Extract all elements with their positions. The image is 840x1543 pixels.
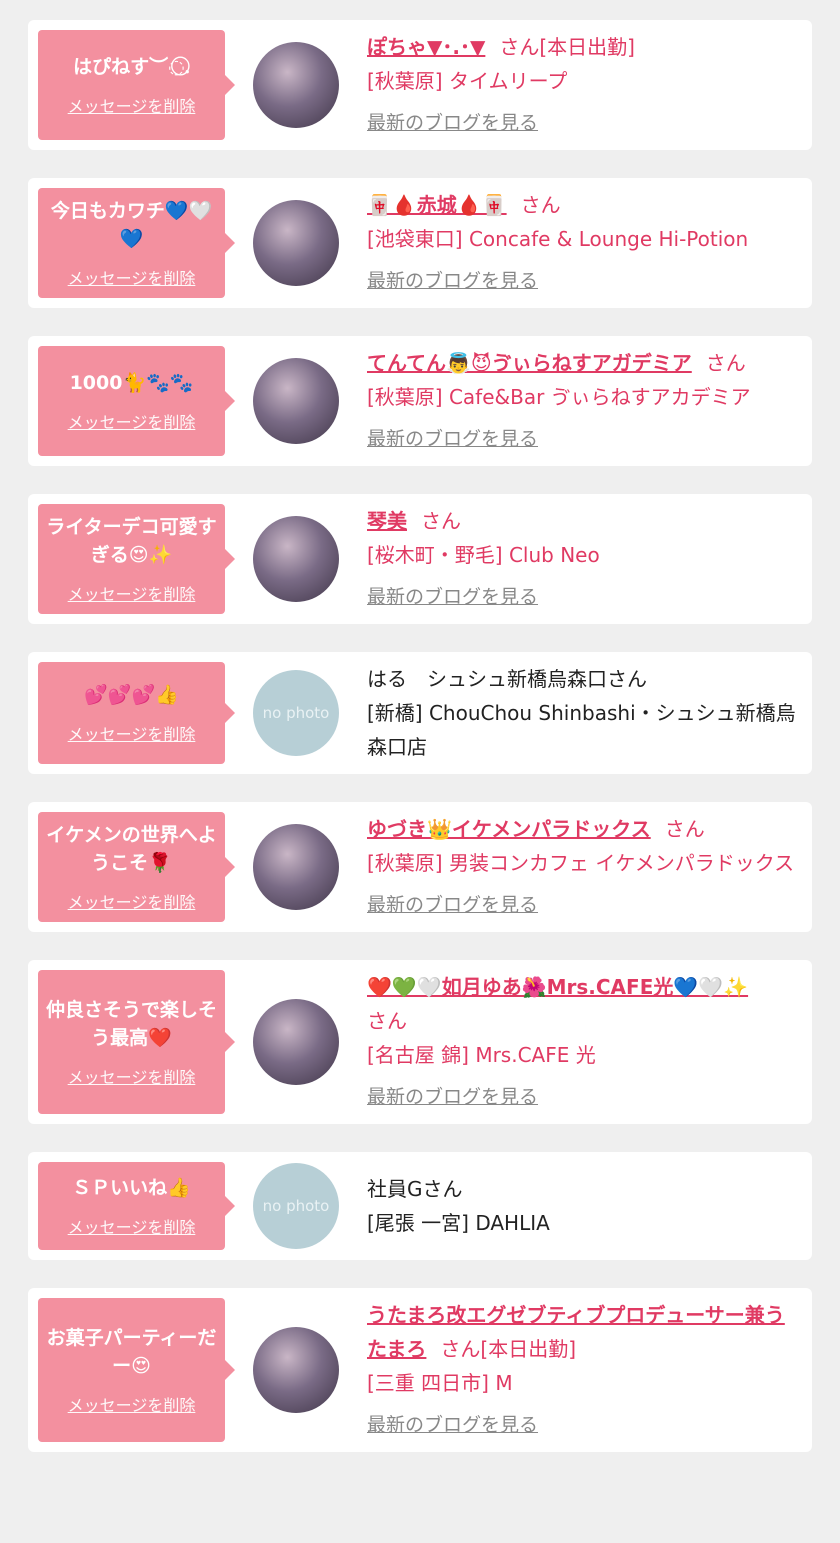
message-list: はぴねす︶◌.⃝ メッセージを削除 ぽちゃ▼･.･▼ さん[本日出勤] [秋葉原]… (0, 0, 840, 1452)
message-card: 仲良さそうで楽しそう最高❤️ メッセージを削除 ❤️💚🤍如月ゆあ🌺Mrs.CAF… (28, 960, 812, 1124)
message-card: 1000🐈🐾🐾 メッセージを削除 てんてん👼😈ゔぃらねすアガデミア さん [秋葉原… (28, 336, 812, 466)
message-card: 今日もカワチ💙🤍💙 メッセージを削除 🀄🩸赤城🩸🀄 さん [池袋東口] Conca… (28, 178, 812, 308)
shop-label: [池袋東口] Concafe & Lounge Hi-Potion (367, 227, 749, 251)
latest-blog-link[interactable]: 最新のブログを見る (367, 888, 538, 922)
cast-info: はる シュシュ新橋烏森口さん [新橋] ChouChou Shinbashi・シ… (367, 662, 802, 764)
message-card: ＳＰいいね👍 メッセージを削除 no photo 社員Gさん [尾張 一宮] D… (28, 1152, 812, 1260)
cast-info: ❤️💚🤍如月ゆあ🌺Mrs.CAFE光💙🤍✨ さん [名古屋 錦] Mrs.CAFE… (367, 970, 802, 1114)
message-text: 仲良さそうで楽しそう最高❤️ (45, 999, 217, 1049)
message-text: ＳＰいいね👍 (72, 1177, 191, 1199)
cast-suffix: さん (705, 351, 746, 375)
shop-label: [秋葉原] タイムリープ (367, 69, 568, 93)
cast-info: うたまろ改エグゼブティブプロデューサー兼うたまろ さん[本日出勤] [三重 四日市… (367, 1298, 802, 1442)
no-photo-label: no photo (262, 704, 330, 722)
cast-name-link[interactable]: てんてん👼😈ゔぃらねすアガデミア (367, 351, 692, 375)
delete-message-link[interactable]: メッセージを削除 (68, 93, 196, 117)
delete-message-link[interactable]: メッセージを削除 (68, 581, 196, 605)
shop-label: [三重 四日市] M (367, 1371, 513, 1395)
delete-message-link[interactable]: メッセージを削除 (68, 721, 196, 745)
shop-label: [新橋] ChouChou Shinbashi・シュシュ新橋烏森口店 (367, 701, 796, 759)
message-card: お菓子パーティーだー😍 メッセージを削除 うたまろ改エグゼブティブプロデューサー… (28, 1288, 812, 1452)
avatar-placeholder: no photo (253, 670, 339, 756)
message-bubble: 💕💕💕👍 メッセージを削除 (38, 662, 225, 764)
latest-blog-link[interactable]: 最新のブログを見る (367, 580, 538, 614)
cast-info: ゆづき👑イケメンパラドックス さん [秋葉原] 男装コンカフェ イケメンパラドック… (367, 812, 802, 922)
message-card: はぴねす︶◌.⃝ メッセージを削除 ぽちゃ▼･.･▼ さん[本日出勤] [秋葉原]… (28, 20, 812, 150)
message-text: お菓子パーティーだー😍 (46, 1327, 217, 1377)
message-text: イケメンの世界へようこそ🌹 (46, 824, 217, 874)
shop-label: [秋葉原] 男装コンカフェ イケメンパラドックス (367, 851, 795, 875)
avatar[interactable] (253, 358, 339, 444)
message-text: 💕💕💕👍 (84, 684, 179, 706)
message-card: イケメンの世界へようこそ🌹 メッセージを削除 ゆづき👑イケメンパラドックス さん … (28, 802, 812, 932)
no-photo-label: no photo (262, 1197, 330, 1215)
shop-label: [名古屋 錦] Mrs.CAFE 光 (367, 1043, 596, 1067)
message-card: ライターデコ可愛すぎる😍✨ メッセージを削除 琴美 さん [桜木町・野毛] Clu… (28, 494, 812, 624)
delete-message-link[interactable]: メッセージを削除 (68, 1392, 196, 1416)
cast-suffix: さん[本日出勤] (440, 1337, 577, 1361)
message-bubble: 今日もカワチ💙🤍💙 メッセージを削除 (38, 188, 225, 298)
shop-label: [秋葉原] Cafe&Bar ゔぃらねすアカデミア (367, 385, 751, 409)
message-text: はぴねす︶◌.⃝ (73, 56, 190, 78)
cast-name: はる シュシュ新橋烏森口さん (367, 667, 647, 691)
message-text: 1000🐈🐾🐾 (69, 372, 194, 394)
message-bubble: 仲良さそうで楽しそう最高❤️ メッセージを削除 (38, 970, 225, 1114)
delete-message-link[interactable]: メッセージを削除 (68, 1064, 196, 1088)
cast-info: ぽちゃ▼･.･▼ さん[本日出勤] [秋葉原] タイムリープ 最新のブログを見る (367, 30, 802, 140)
cast-name: 社員Gさん (367, 1177, 463, 1201)
message-bubble: イケメンの世界へようこそ🌹 メッセージを削除 (38, 812, 225, 922)
avatar[interactable] (253, 516, 339, 602)
cast-info: 琴美 さん [桜木町・野毛] Club Neo 最新のブログを見る (367, 504, 802, 614)
message-card: 💕💕💕👍 メッセージを削除 no photo はる シュシュ新橋烏森口さん [新… (28, 652, 812, 774)
message-bubble: 1000🐈🐾🐾 メッセージを削除 (38, 346, 225, 456)
cast-name-link[interactable]: ぽちゃ▼･.･▼ (367, 35, 485, 59)
shop-label: [桜木町・野毛] Club Neo (367, 543, 600, 567)
cast-suffix: さん (520, 193, 561, 217)
cast-name-link[interactable]: 琴美 (367, 509, 407, 533)
cast-info: 社員Gさん [尾張 一宮] DAHLIA (367, 1172, 802, 1240)
cast-suffix: さん (367, 1009, 407, 1033)
message-bubble: ＳＰいいね👍 メッセージを削除 (38, 1162, 225, 1250)
avatar[interactable] (253, 1327, 339, 1413)
latest-blog-link[interactable]: 最新のブログを見る (367, 1080, 538, 1114)
cast-name-link[interactable]: ゆづき👑イケメンパラドックス (367, 817, 651, 841)
avatar[interactable] (253, 824, 339, 910)
delete-message-link[interactable]: メッセージを削除 (68, 1214, 196, 1238)
delete-message-link[interactable]: メッセージを削除 (68, 265, 196, 289)
latest-blog-link[interactable]: 最新のブログを見る (367, 1408, 538, 1442)
shop-label: [尾張 一宮] DAHLIA (367, 1211, 550, 1235)
message-bubble: お菓子パーティーだー😍 メッセージを削除 (38, 1298, 225, 1442)
cast-info: てんてん👼😈ゔぃらねすアガデミア さん [秋葉原] Cafe&Bar ゔぃらねすア… (367, 346, 802, 456)
cast-name-link[interactable]: 🀄🩸赤城🩸🀄 (367, 193, 507, 217)
avatar[interactable] (253, 42, 339, 128)
message-bubble: はぴねす︶◌.⃝ メッセージを削除 (38, 30, 225, 140)
delete-message-link[interactable]: メッセージを削除 (68, 889, 196, 913)
latest-blog-link[interactable]: 最新のブログを見る (367, 106, 538, 140)
avatar[interactable] (253, 200, 339, 286)
message-text: ライターデコ可愛すぎる😍✨ (46, 516, 217, 566)
cast-suffix: さん (421, 509, 461, 533)
cast-info: 🀄🩸赤城🩸🀄 さん [池袋東口] Concafe & Lounge Hi-Poti… (367, 188, 802, 298)
latest-blog-link[interactable]: 最新のブログを見る (367, 264, 538, 298)
message-bubble: ライターデコ可愛すぎる😍✨ メッセージを削除 (38, 504, 225, 614)
avatar[interactable] (253, 999, 339, 1085)
avatar-placeholder: no photo (253, 1163, 339, 1249)
cast-name-link[interactable]: ❤️💚🤍如月ゆあ🌺Mrs.CAFE光💙🤍✨ (367, 975, 748, 999)
cast-suffix: さん (664, 817, 705, 841)
delete-message-link[interactable]: メッセージを削除 (68, 409, 196, 433)
latest-blog-link[interactable]: 最新のブログを見る (367, 422, 538, 456)
message-text: 今日もカワチ💙🤍💙 (50, 200, 213, 250)
cast-suffix: さん[本日出勤] (499, 35, 635, 59)
